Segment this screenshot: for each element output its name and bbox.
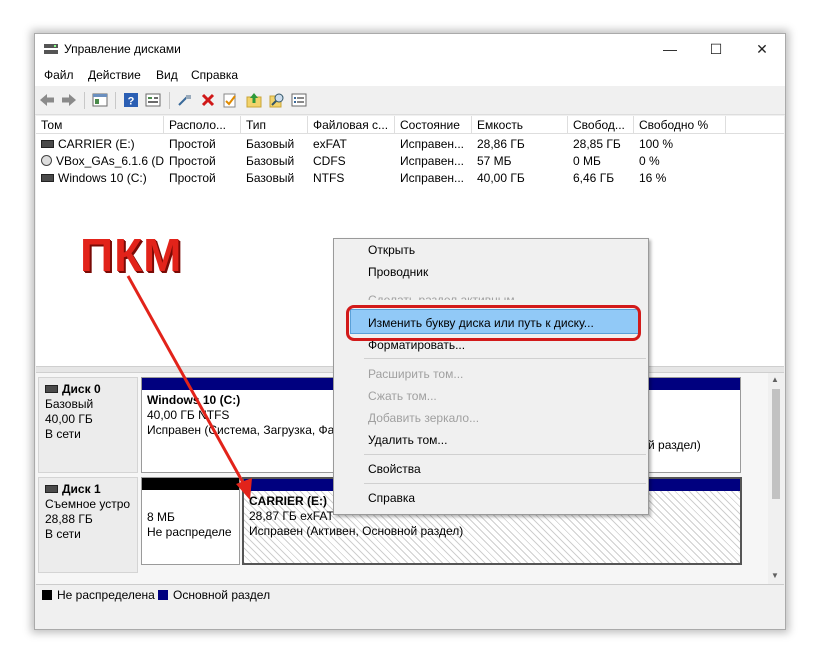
col-free[interactable]: Свобод... <box>568 116 634 134</box>
toolbar: ? <box>35 86 785 115</box>
back-arrow-icon[interactable] <box>38 91 56 109</box>
volume-name: VBox_GAs_6.1.6 (D:) <box>56 154 164 168</box>
scroll-thumb[interactable] <box>772 389 780 499</box>
col-status[interactable]: Состояние <box>395 116 472 134</box>
disk-management-icon <box>44 44 58 54</box>
volume-free-percent: 16 % <box>639 171 667 185</box>
volume-fs: CDFS <box>313 154 346 168</box>
menu-view[interactable]: Вид <box>156 68 178 82</box>
scroll-down-icon[interactable]: ▼ <box>771 571 779 580</box>
volume-type: Базовый <box>246 137 295 151</box>
col-capacity[interactable]: Емкость <box>472 116 568 134</box>
disk-size: 40,00 ГБ <box>45 412 93 426</box>
drive-icon <box>41 139 54 148</box>
disk-name: Диск 1 <box>62 482 101 496</box>
forward-arrow-icon[interactable] <box>60 91 78 109</box>
volume-status: Исправен... <box>400 171 465 185</box>
disk-name: Диск 0 <box>62 382 101 396</box>
volume-capacity: 57 МБ <box>477 154 512 168</box>
disk-1-label[interactable]: Диск 1 Съемное устро 28,88 ГБ В сети <box>38 477 138 573</box>
volume-name: CARRIER (E:) <box>58 137 135 151</box>
context-menu: Открыть Проводник Сделать раздел активны… <box>333 238 649 515</box>
partition-unallocated[interactable]: 8 МБ Не распределе <box>141 477 240 565</box>
annotation-label: ПКМ <box>80 229 183 281</box>
col-volume[interactable]: Том <box>36 116 164 134</box>
drive-icon <box>45 384 58 393</box>
volume-free: 6,46 ГБ <box>573 171 615 185</box>
properties-icon[interactable] <box>91 91 109 109</box>
col-free-percent[interactable]: Свободно % <box>634 116 726 134</box>
legend-swatch-unallocated <box>42 590 52 600</box>
legend-swatch-primary <box>158 590 168 600</box>
view-icon[interactable] <box>144 91 162 109</box>
delete-icon[interactable] <box>199 91 217 109</box>
legend: Не распределена Основной раздел <box>36 584 784 605</box>
highlight-ring <box>346 305 641 341</box>
legend-label: Не распределена <box>57 588 155 602</box>
disk-kind: Съемное устро <box>45 497 131 511</box>
check-icon[interactable] <box>221 91 239 109</box>
col-filesystem[interactable]: Файловая с... <box>308 116 395 134</box>
menu-item-help[interactable]: Справка <box>368 488 415 508</box>
volume-fs: NTFS <box>313 171 345 185</box>
volume-fs: exFAT <box>313 137 347 151</box>
menu-item-add-mirror: Добавить зеркало... <box>368 411 480 425</box>
minimize-button[interactable]: — <box>647 34 693 64</box>
svg-text:?: ? <box>128 96 135 108</box>
menu-action[interactable]: Действие <box>88 68 141 82</box>
menu-bar: Файл Действие Вид Справка <box>35 64 785 86</box>
cd-icon <box>41 155 52 167</box>
volume-free-percent: 100 % <box>639 137 674 151</box>
volume-free: 0 МБ <box>573 154 601 168</box>
drive-icon <box>41 173 54 182</box>
menu-item-extend: Расширить том... <box>368 367 464 381</box>
partition-status-tail: й раздел) <box>648 438 701 452</box>
volume-capacity: 40,00 ГБ <box>477 171 525 185</box>
partition-status: Не распределе <box>147 525 232 539</box>
window-title: Управление дисками <box>64 42 181 56</box>
menu-item-explorer[interactable]: Проводник <box>368 262 428 282</box>
disk-size: 28,88 ГБ <box>45 512 93 526</box>
volume-status: Исправен... <box>400 137 465 151</box>
folder-up-icon[interactable] <box>245 91 263 109</box>
menu-item-mark-active: Сделать раздел активным <box>368 293 515 300</box>
volume-layout: Простой <box>169 137 216 151</box>
volume-capacity: 28,86 ГБ <box>477 137 525 151</box>
drive-icon <box>45 484 58 493</box>
volume-type: Базовый <box>246 171 295 185</box>
search-icon[interactable] <box>268 91 286 109</box>
disk-state: В сети <box>45 427 81 441</box>
menu-item-properties[interactable]: Свойства <box>368 459 421 479</box>
volume-status: Исправен... <box>400 154 465 168</box>
unallocated-bar <box>142 478 239 490</box>
volume-free-percent: 0 % <box>639 154 660 168</box>
menu-item-delete[interactable]: Удалить том... <box>368 430 447 450</box>
menu-help[interactable]: Справка <box>191 68 238 82</box>
volume-free: 28,85 ГБ <box>573 137 621 151</box>
maximize-button[interactable]: ☐ <box>693 34 739 64</box>
volume-layout: Простой <box>169 171 216 185</box>
legend-label: Основной раздел <box>173 588 271 602</box>
volume-type: Базовый <box>246 154 295 168</box>
disk-map-scrollbar[interactable]: ▲ ▼ <box>768 373 784 584</box>
menu-file[interactable]: Файл <box>44 68 74 82</box>
col-type[interactable]: Тип <box>241 116 308 134</box>
disk-state: В сети <box>45 527 81 541</box>
settings-icon[interactable] <box>290 91 308 109</box>
volume-name: Windows 10 (C:) <box>58 171 147 185</box>
title-bar: Управление дисками — ☐ ✕ <box>35 34 785 64</box>
partition-status: Исправен (Активен, Основной раздел) <box>249 524 464 538</box>
col-layout[interactable]: Располо... <box>164 116 241 134</box>
menu-item-open[interactable]: Открыть <box>368 240 415 260</box>
volume-layout: Простой <box>169 154 216 168</box>
menu-item-shrink: Сжать том... <box>368 389 437 403</box>
scroll-up-icon[interactable]: ▲ <box>771 375 779 384</box>
disk-0-label[interactable]: Диск 0 Базовый 40,00 ГБ В сети <box>38 377 138 473</box>
connect-icon[interactable] <box>176 91 194 109</box>
status-bar <box>36 605 784 628</box>
disk-kind: Базовый <box>45 397 94 411</box>
close-button[interactable]: ✕ <box>739 34 785 64</box>
partition-size: 8 МБ <box>147 510 175 524</box>
help-icon[interactable]: ? <box>122 91 140 109</box>
